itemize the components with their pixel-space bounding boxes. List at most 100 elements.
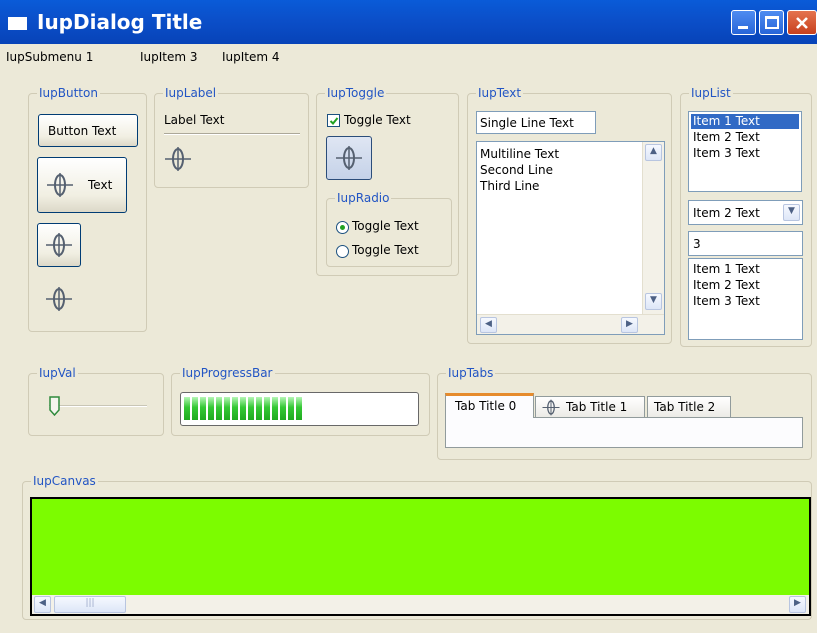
maximize-icon (765, 16, 779, 29)
label-separator (164, 133, 300, 135)
crosshair-ring-icon (336, 146, 362, 170)
crosshair-ring-icon (542, 399, 560, 416)
progressbar-frame-title: IupProgressBar (182, 366, 273, 380)
flat-image-button[interactable] (45, 286, 73, 312)
scroll-left-button[interactable]: ◀ (34, 596, 51, 613)
maximize-button[interactable] (759, 10, 784, 35)
close-button[interactable] (787, 10, 817, 35)
list-item-2[interactable]: Item 2 Text (693, 130, 760, 144)
multiline-text-content: Multiline Text Second Line Third Line (480, 146, 559, 194)
progress-segment (232, 397, 238, 420)
multiline-vertical-scrollbar[interactable]: ▲ ▼ (642, 142, 664, 314)
edit-list-item-2[interactable]: Item 2 Text (693, 278, 760, 292)
minimize-icon (738, 26, 748, 29)
radio-frame-title: IupRadio (337, 191, 390, 205)
tab-content-panel (445, 417, 803, 448)
chevron-down-icon[interactable]: ▼ (783, 204, 800, 221)
list-frame-title: IupList (691, 86, 731, 100)
progress-segment (256, 397, 262, 420)
scroll-up-button[interactable]: ▲ (645, 144, 662, 161)
multiline-text-input[interactable]: Multiline Text Second Line Third Line ▲ … (476, 141, 665, 335)
dropdown-value: Item 2 Text (693, 206, 760, 220)
image-toggle[interactable] (326, 136, 372, 180)
progress-segment (296, 397, 302, 420)
tab-2-label: Tab Title 2 (654, 400, 716, 414)
list-box[interactable]: Item 1 Text Item 2 Text Item 3 Text (688, 111, 802, 192)
canvas-drawing-area[interactable] (32, 499, 809, 595)
radio-label-2[interactable]: Toggle Text (352, 243, 419, 257)
text-button[interactable]: Button Text (38, 114, 138, 147)
edit-list-value: 3 (693, 237, 701, 251)
crosshair-ring-icon (47, 173, 73, 197)
menu-item-submenu-1[interactable]: IupSubmenu 1 (6, 50, 93, 64)
multiline-line-2: Second Line (480, 163, 553, 177)
scroll-left-button[interactable]: ◀ (480, 317, 497, 333)
progress-segment (192, 397, 198, 420)
radio-label-1[interactable]: Toggle Text (352, 219, 419, 233)
crosshair-ring-icon (46, 233, 72, 257)
text-button-label: Button Text (48, 124, 117, 138)
progress-segment (200, 397, 206, 420)
edit-list-item-3[interactable]: Item 3 Text (693, 294, 760, 308)
list-item-3[interactable]: Item 3 Text (693, 146, 760, 160)
progress-segment (240, 397, 246, 420)
scroll-right-button[interactable]: ▶ (789, 596, 806, 613)
tab-0[interactable]: Tab Title 0 (445, 393, 534, 418)
label-text: Label Text (164, 113, 225, 127)
progress-segment (288, 397, 294, 420)
tabs-frame-title: IupTabs (448, 366, 494, 380)
slider-thumb-icon (49, 396, 60, 417)
canvas-horizontal-scrollbar[interactable]: ◀ ||| ▶ (32, 595, 809, 614)
label-frame-title: IupLabel (165, 86, 217, 100)
toggle-label[interactable]: Toggle Text (344, 113, 411, 127)
single-line-text-input[interactable]: Single Line Text (476, 111, 596, 134)
window-title: IupDialog Title (37, 10, 203, 34)
list-item-1-label: Item 1 Text (693, 114, 760, 128)
scroll-right-button[interactable]: ▶ (621, 317, 638, 333)
radio-button-1[interactable] (336, 221, 349, 234)
list-item-1[interactable]: Item 1 Text (691, 114, 799, 129)
check-icon (329, 117, 339, 125)
val-slider-thumb[interactable] (49, 396, 60, 417)
val-frame-title: IupVal (39, 366, 76, 380)
multiline-line-1: Multiline Text (480, 147, 560, 161)
progress-bar (180, 392, 419, 426)
edit-list-input[interactable]: 3 (688, 231, 803, 256)
tab-0-label: Tab Title 0 (455, 399, 517, 413)
tab-1-label: Tab Title 1 (566, 400, 628, 414)
edit-list-item-1[interactable]: Item 1 Text (693, 262, 760, 276)
progress-segment (216, 397, 222, 420)
radio-selected-dot (340, 225, 345, 230)
canvas-frame-title: IupCanvas (33, 474, 96, 488)
image-button[interactable] (37, 223, 81, 267)
menu-item-item-3[interactable]: IupItem 3 (140, 50, 198, 64)
menu-item-item-4[interactable]: IupItem 4 (222, 50, 280, 64)
canvas[interactable]: ◀ ||| ▶ (30, 497, 811, 616)
multiline-line-3: Third Line (480, 179, 540, 193)
multiline-horizontal-scrollbar[interactable]: ◀ ▶ (477, 314, 664, 334)
button-frame-title: IupButton (39, 86, 98, 100)
toggle-checkbox[interactable] (327, 114, 340, 127)
radio-button-2[interactable] (336, 245, 349, 258)
menu-bar (0, 44, 817, 68)
progress-segment (280, 397, 286, 420)
val-track (49, 405, 147, 407)
text-frame-title: IupText (478, 86, 522, 100)
progress-segment (248, 397, 254, 420)
close-icon (796, 17, 808, 29)
scroll-thumb[interactable]: ||| (54, 596, 126, 613)
edit-list-box[interactable]: Item 1 Text Item 2 Text Item 3 Text (688, 258, 803, 340)
progress-segment (208, 397, 214, 420)
tab-2[interactable]: Tab Title 2 (647, 396, 731, 417)
window-icon (8, 17, 27, 30)
progress-segment (224, 397, 230, 420)
single-line-text-value: Single Line Text (480, 116, 574, 130)
toggle-frame-title: IupToggle (327, 86, 385, 100)
progress-segment (184, 397, 190, 420)
dropdown-list[interactable]: Item 2 Text ▼ (688, 200, 803, 225)
scroll-down-button[interactable]: ▼ (645, 293, 662, 310)
minimize-button[interactable] (731, 10, 756, 35)
tab-1[interactable]: Tab Title 1 (535, 396, 645, 417)
crosshair-ring-icon (165, 147, 191, 171)
image-text-button[interactable]: Text (37, 157, 127, 213)
